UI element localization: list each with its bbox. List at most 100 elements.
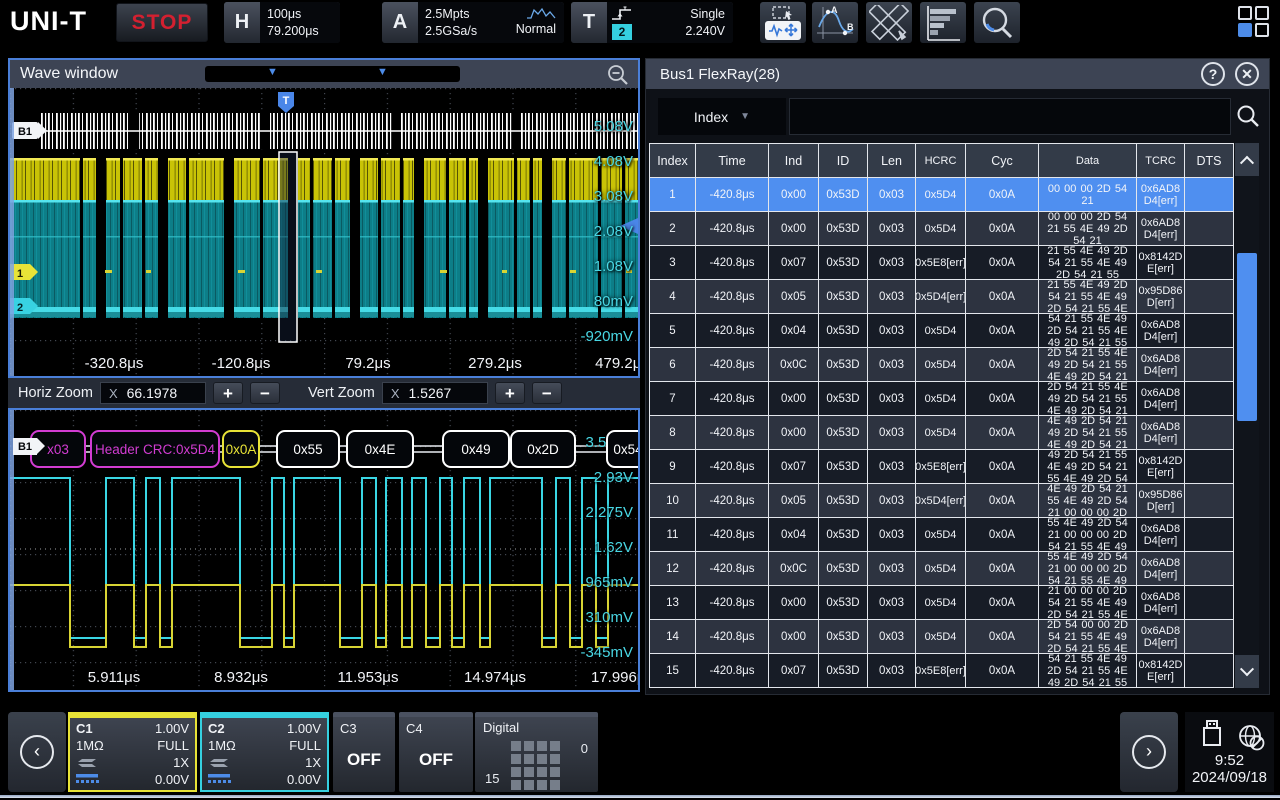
bus-row-11-dts[interactable] (1185, 518, 1233, 551)
bus-row-15-ind[interactable]: 0x07 (769, 654, 818, 687)
search-icon[interactable] (1235, 103, 1261, 129)
bus-row-9-index[interactable]: 9 (650, 450, 695, 483)
bus-row-4-data[interactable]: 21 55 4E 49 2D 54 21 55 4E 49 2D 54 21 5… (1039, 280, 1136, 313)
bus-row-3-index[interactable]: 3 (650, 246, 695, 279)
panel-collapse-left-button[interactable]: ‹ (8, 712, 66, 792)
lower-waveform-area[interactable]: B1 x03Header CRC:0x5D40x0A0x550x4E0x490x… (10, 410, 638, 690)
waveform-compare-button[interactable]: A B (812, 2, 858, 43)
bus-row-3-hcrc[interactable]: 0x5E8[err] (916, 246, 965, 279)
bus-row-11-hcrc[interactable]: 0x5D4 (916, 518, 965, 551)
vert-zoom-value-box[interactable]: X 1.5267 (382, 382, 488, 404)
bus-row-5-ind[interactable]: 0x04 (769, 314, 818, 347)
bus-row-12-len[interactable]: 0x03 (868, 552, 915, 585)
bus-row-7-dts[interactable] (1185, 382, 1233, 415)
bus-row-2-tcrc[interactable]: 0x6AD8D4[err] (1137, 212, 1184, 245)
bus-row-13-tcrc[interactable]: 0x6AD8D4[err] (1137, 586, 1184, 619)
bus-row-9-dts[interactable] (1185, 450, 1233, 483)
bus-row-3-time[interactable]: -420.8μs (696, 246, 768, 279)
wave-position-slider[interactable]: ▼ ▼ (205, 66, 460, 82)
bus-row-6-data[interactable]: 2D 54 21 55 4E 49 2D 54 21 55 4E 49 2D 5… (1039, 348, 1136, 381)
bus-row-1-index[interactable]: 1 (650, 178, 695, 211)
run-stop-button[interactable]: STOP (116, 3, 208, 42)
bus-row-7-tcrc[interactable]: 0x6AD8D4[err] (1137, 382, 1184, 415)
bus-row-14-ind[interactable]: 0x00 (769, 620, 818, 653)
bus-row-14-time[interactable]: -420.8μs (696, 620, 768, 653)
bus-row-14-cyc[interactable]: 0x0A (966, 620, 1038, 653)
statistics-button[interactable] (920, 2, 966, 43)
bus-row-10-time[interactable]: -420.8μs (696, 484, 768, 517)
bus-row-8-cyc[interactable]: 0x0A (966, 416, 1038, 449)
bus-row-6-id[interactable]: 0x53D (819, 348, 867, 381)
help-icon[interactable]: ? (1201, 62, 1225, 86)
bus-row-4-time[interactable]: -420.8μs (696, 280, 768, 313)
bus-row-6-dts[interactable] (1185, 348, 1233, 381)
bus-row-15-cyc[interactable]: 0x0A (966, 654, 1038, 687)
bus-row-2-cyc[interactable]: 0x0A (966, 212, 1038, 245)
bus-row-6-index[interactable]: 6 (650, 348, 695, 381)
bus-row-11-ind[interactable]: 0x04 (769, 518, 818, 551)
bus-row-14-data[interactable]: 2D 54 00 00 2D 54 21 55 4E 49 2D 54 21 5… (1039, 620, 1136, 653)
bus-row-14-dts[interactable] (1185, 620, 1233, 653)
bus-row-10-index[interactable]: 10 (650, 484, 695, 517)
bus-row-9-hcrc[interactable]: 0x5E8[err] (916, 450, 965, 483)
bus-row-4-hcrc[interactable]: 0x5D4[err] (916, 280, 965, 313)
horiz-zoom-value-box[interactable]: X 66.1978 (100, 382, 206, 404)
channel3-card[interactable]: C3 OFF (333, 712, 395, 792)
bus-row-4-len[interactable]: 0x03 (868, 280, 915, 313)
bus-row-7-ind[interactable]: 0x00 (769, 382, 818, 415)
vert-zoom-increase-button[interactable]: + (495, 382, 525, 404)
bus-row-5-data[interactable]: 54 21 55 4E 49 2D 54 21 55 4E 49 2D 54 2… (1039, 314, 1136, 347)
bus-row-8-hcrc[interactable]: 0x5D4 (916, 416, 965, 449)
bus-row-14-hcrc[interactable]: 0x5D4 (916, 620, 965, 653)
bus-row-10-dts[interactable] (1185, 484, 1233, 517)
scroll-up-button[interactable] (1235, 143, 1259, 176)
bus-row-14-tcrc[interactable]: 0x6AD8D4[err] (1137, 620, 1184, 653)
bus-row-8-ind[interactable]: 0x00 (769, 416, 818, 449)
bus-row-4-cyc[interactable]: 0x0A (966, 280, 1038, 313)
bus-row-13-ind[interactable]: 0x00 (769, 586, 818, 619)
acquire-settings-button[interactable]: A 2.5Mpts 2.5GSa/s Normal (382, 2, 564, 43)
bus-row-5-time[interactable]: -420.8μs (696, 314, 768, 347)
bus-row-5-tcrc[interactable]: 0x6AD8D4[err] (1137, 314, 1184, 347)
bus-row-4-tcrc[interactable]: 0x95D86D[err] (1137, 280, 1184, 313)
close-icon[interactable]: ✕ (1235, 62, 1259, 86)
bus-row-15-id[interactable]: 0x53D (819, 654, 867, 687)
bus-row-2-data[interactable]: 00 00 00 2D 54 21 55 4E 49 2D 54 21 (1039, 212, 1136, 245)
bus-row-12-data[interactable]: 55 4E 49 2D 54 21 00 00 00 2D 54 21 55 4… (1039, 552, 1136, 585)
bus-row-12-time[interactable]: -420.8μs (696, 552, 768, 585)
zoom-out-icon[interactable] (606, 63, 630, 87)
bus-row-12-dts[interactable] (1185, 552, 1233, 585)
channel1-card[interactable]: C1 1.00V 1MΩ FULL 1X 0.00V (68, 712, 197, 792)
bus-row-6-ind[interactable]: 0x0C (769, 348, 818, 381)
bus-row-15-tcrc[interactable]: 0x8142DE[err] (1137, 654, 1184, 687)
bus-row-14-index[interactable]: 14 (650, 620, 695, 653)
bus-row-5-hcrc[interactable]: 0x5D4 (916, 314, 965, 347)
pan-scrollbar[interactable] (10, 88, 14, 376)
bus-row-12-id[interactable]: 0x53D (819, 552, 867, 585)
bus-row-2-dts[interactable] (1185, 212, 1233, 245)
bus-row-6-tcrc[interactable]: 0x6AD8D4[err] (1137, 348, 1184, 381)
bus-row-7-len[interactable]: 0x03 (868, 382, 915, 415)
slider-marker-right-icon[interactable]: ▼ (377, 66, 388, 78)
bus-row-10-hcrc[interactable]: 0x5D4[err] (916, 484, 965, 517)
slider-marker-left-icon[interactable]: ▼ (267, 66, 278, 78)
bus-row-6-cyc[interactable]: 0x0A (966, 348, 1038, 381)
digital-card[interactable]: Digital 0 15 (475, 712, 598, 792)
bus-row-4-dts[interactable] (1185, 280, 1233, 313)
bus-row-3-id[interactable]: 0x53D (819, 246, 867, 279)
bus-row-11-data[interactable]: 55 4E 49 2D 54 21 00 00 00 2D 54 21 55 4… (1039, 518, 1136, 551)
bus-row-13-cyc[interactable]: 0x0A (966, 586, 1038, 619)
bus-row-13-hcrc[interactable]: 0x5D4 (916, 586, 965, 619)
search-zoom-button[interactable] (974, 2, 1020, 43)
bus-row-3-tcrc[interactable]: 0x8142DE[err] (1137, 246, 1184, 279)
bus-row-9-len[interactable]: 0x03 (868, 450, 915, 483)
bus-row-10-tcrc[interactable]: 0x95D86D[err] (1137, 484, 1184, 517)
horizontal-settings-button[interactable]: H 100μs 79.200μs (224, 2, 340, 43)
bus-row-9-time[interactable]: -420.8μs (696, 450, 768, 483)
bus-row-1-len[interactable]: 0x03 (868, 178, 915, 211)
bus-row-10-id[interactable]: 0x53D (819, 484, 867, 517)
search-input[interactable] (789, 98, 1231, 135)
scrollbar-thumb[interactable] (1237, 253, 1257, 421)
bus-row-2-ind[interactable]: 0x00 (769, 212, 818, 245)
bus-row-6-hcrc[interactable]: 0x5D4 (916, 348, 965, 381)
